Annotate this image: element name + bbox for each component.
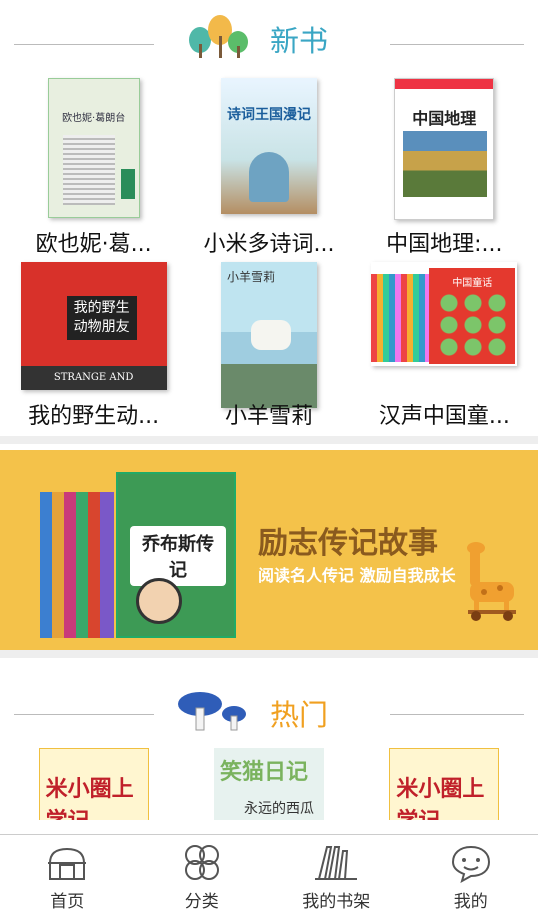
book-cover[interactable]: 米小圈上学记 bbox=[38, 748, 149, 820]
book-cover[interactable]: 诗词王国漫记 bbox=[220, 78, 317, 214]
cover-illustration bbox=[437, 292, 508, 356]
tab-profile[interactable]: 我的 bbox=[404, 835, 538, 912]
cover-illustration bbox=[250, 320, 291, 350]
hot-books-grid: 米小圈上学记 笑猫日记 永远的西瓜小丑 米小圈上学记 bbox=[0, 740, 538, 820]
book-item[interactable]: 笑猫日记 永远的西瓜小丑 bbox=[181, 740, 356, 820]
book-title[interactable]: 小羊雪莉 bbox=[181, 398, 356, 430]
tab-home[interactable]: 首页 bbox=[0, 835, 135, 912]
book-title[interactable]: 中国地理:... bbox=[357, 226, 532, 258]
tab-label: 分类 bbox=[184, 892, 219, 912]
banner-subtitle: 阅读名人传记 激励自我成长 bbox=[258, 566, 456, 585]
promo-banner[interactable]: 乔布斯传记 励志传记故事 阅读名人传记 激励自我成长 bbox=[0, 450, 538, 650]
book-item[interactable]: 欧也妮·葛朗台 欧也妮·葛... bbox=[6, 64, 181, 258]
book-title[interactable]: 欧也妮·葛... bbox=[6, 226, 181, 258]
book-item[interactable]: 米小圈上学记 bbox=[357, 740, 532, 820]
banner-books: 乔布斯传记 bbox=[40, 472, 240, 642]
book-cover[interactable]: 笑猫日记 永远的西瓜小丑 bbox=[213, 748, 324, 820]
divider-line bbox=[14, 714, 154, 715]
book-item[interactable]: 中国地理 中国地理:... bbox=[357, 64, 532, 258]
book-item[interactable]: 中国童话 汉声中国童... bbox=[357, 256, 532, 436]
book-cover[interactable]: 中国地理 bbox=[394, 78, 495, 220]
cover-illustration bbox=[248, 152, 289, 202]
new-books-title: 新书 bbox=[270, 24, 329, 58]
divider-line bbox=[14, 44, 154, 45]
cover-illustration bbox=[403, 131, 488, 197]
bottom-tab-bar: 首页 分类 我的书架 我的 bbox=[0, 834, 538, 912]
banner-book-cover: 乔布斯传记 bbox=[116, 472, 236, 638]
book-cover[interactable]: 我的野生动物朋友 STRANGE AND WONDERFUL bbox=[20, 262, 167, 390]
cover-text: 我的野生动物朋友 bbox=[66, 296, 137, 340]
mushroom-icon bbox=[178, 692, 246, 731]
tab-label: 首页 bbox=[50, 892, 85, 912]
cover-text: 中国地理 bbox=[412, 109, 477, 128]
book-item[interactable]: 米小圈上学记 bbox=[6, 740, 181, 820]
cover-text: 笑猫日记 bbox=[219, 760, 308, 785]
book-cover[interactable]: 小羊雪莉 bbox=[220, 262, 317, 408]
book-title[interactable]: 小米多诗词... bbox=[181, 226, 356, 258]
banner-title: 励志传记故事 bbox=[258, 526, 438, 561]
trees-icon bbox=[189, 15, 248, 58]
divider-line bbox=[390, 44, 524, 45]
book-item[interactable]: 小羊雪莉 小羊雪莉 bbox=[181, 256, 356, 436]
cover-text: 米小圈上学记 bbox=[396, 777, 485, 820]
section-separator bbox=[0, 436, 538, 444]
giraffe-icon bbox=[467, 542, 516, 621]
book-cover[interactable]: 欧也妮·葛朗台 bbox=[47, 78, 140, 218]
book-item[interactable]: 我的野生动物朋友 STRANGE AND WONDERFUL 我的野生动... bbox=[6, 256, 181, 436]
book-spine bbox=[100, 492, 114, 638]
cover-text: 米小圈上学记 bbox=[45, 777, 134, 820]
new-books-header: 新书 bbox=[0, 0, 538, 64]
book-title[interactable]: 汉声中国童... bbox=[357, 398, 532, 430]
tab-category[interactable]: 分类 bbox=[135, 835, 270, 912]
cover-banner bbox=[395, 79, 494, 89]
bookshelf-icon bbox=[315, 846, 358, 880]
category-icon bbox=[184, 845, 219, 880]
cover-text: 小羊雪莉 bbox=[226, 270, 275, 284]
book-title[interactable]: 我的野生动... bbox=[6, 398, 181, 430]
cover-front: 中国童话 bbox=[429, 268, 516, 364]
tab-label: 我的书架 bbox=[302, 892, 371, 912]
new-books-grid-row2: 我的野生动物朋友 STRANGE AND WONDERFUL 我的野生动... … bbox=[0, 256, 538, 436]
portrait-illustration bbox=[136, 578, 182, 624]
tab-label: 我的 bbox=[453, 892, 488, 912]
new-books-grid: 欧也妮·葛朗台 欧也妮·葛... 诗词王国漫记 小米多诗词... 中国地理 中国… bbox=[0, 64, 538, 258]
cover-subtitle: 永远的西瓜小丑 bbox=[243, 801, 314, 817]
cover-subtitle: STRANGE AND WONDERFUL bbox=[20, 366, 167, 390]
book-cover[interactable]: 米小圈上学记 bbox=[389, 748, 500, 820]
banner-book-text: 乔布斯传记 bbox=[130, 526, 226, 586]
cover-text: 诗词王国漫记 bbox=[226, 107, 311, 123]
hot-books-title: 热门 bbox=[270, 698, 329, 732]
book-item[interactable]: 诗词王国漫记 小米多诗词... bbox=[181, 64, 356, 258]
book-cover[interactable]: 中国童话 bbox=[371, 262, 517, 366]
hot-books-header: 热门 bbox=[0, 676, 538, 740]
section-separator bbox=[0, 650, 538, 658]
profile-icon bbox=[451, 845, 490, 883]
cover-text: 中国童话 bbox=[452, 278, 493, 289]
cover-illustration bbox=[62, 135, 115, 205]
cover-text: 欧也妮·葛朗台 bbox=[62, 113, 126, 124]
home-icon bbox=[48, 847, 87, 880]
tab-bookshelf[interactable]: 我的书架 bbox=[269, 835, 404, 912]
divider-line bbox=[390, 714, 524, 715]
cover-badge bbox=[120, 169, 135, 199]
